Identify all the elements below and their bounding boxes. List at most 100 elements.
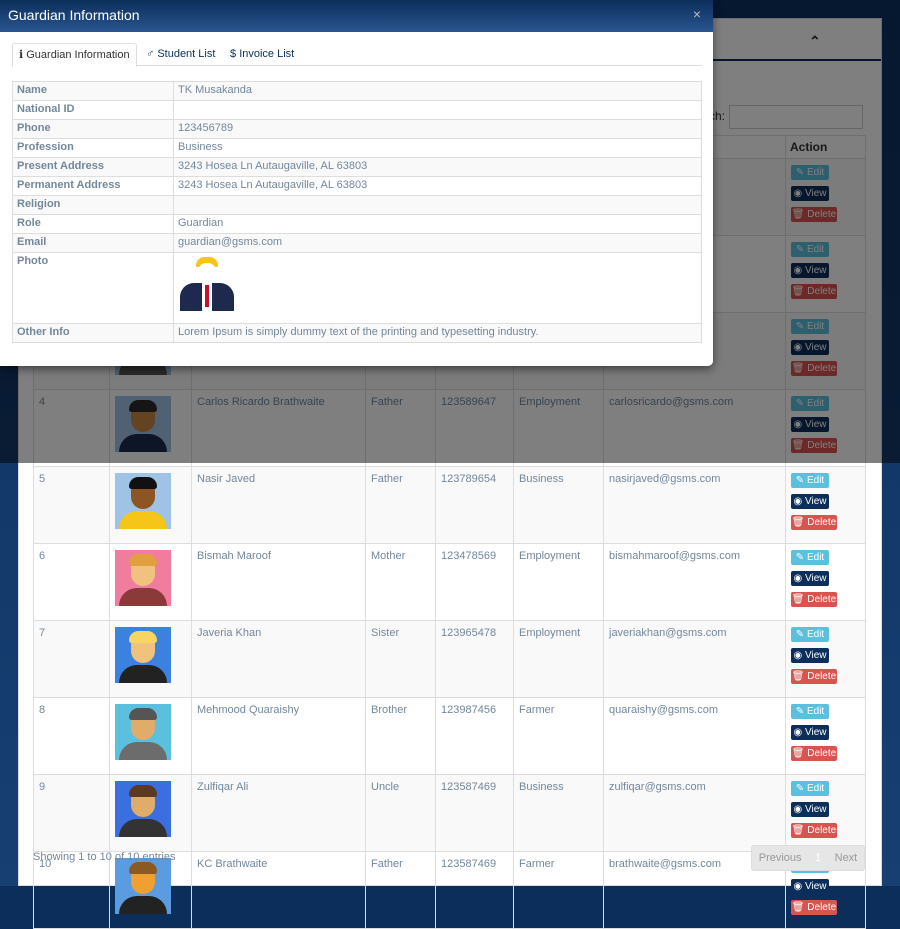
view-button[interactable]: ◉ View: [791, 494, 829, 509]
cell-email: zulfiqar@gsms.com: [603, 774, 786, 852]
tab-guardian-information[interactable]: ℹ Guardian Information: [12, 43, 137, 67]
cell-sl: 6: [33, 543, 110, 621]
view-button[interactable]: ◉ View: [791, 725, 829, 740]
info-label: Phone: [12, 119, 174, 139]
cell-relation: Mother: [365, 543, 436, 621]
view-label: View: [805, 804, 827, 815]
delete-label: Delete: [807, 671, 837, 682]
cell-phone: 123965478: [435, 620, 514, 698]
edit-button[interactable]: ✎ Edit: [791, 473, 829, 488]
trash-icon: 🗑: [791, 902, 805, 913]
cell-name: Mehmood Quaraishy: [191, 697, 366, 775]
delete-button[interactable]: 🗑 Delete: [791, 669, 837, 684]
edit-icon: ✎: [795, 552, 805, 563]
modal-header: Guardian Information ×: [0, 0, 713, 32]
view-label: View: [805, 496, 827, 507]
tab-invoice-list[interactable]: $ Invoice List: [224, 43, 300, 65]
cell-relation: Father: [365, 466, 436, 544]
eye-icon: ◉: [793, 727, 803, 738]
delete-button[interactable]: 🗑 Delete: [791, 746, 837, 761]
guardian-info-modal: Guardian Information × ℹ Guardian Inform…: [0, 0, 713, 366]
table-row: 10 KC Brathwaite Father 123587469 Farmer brat…: [33, 851, 866, 929]
delete-button[interactable]: 🗑 Delete: [791, 515, 837, 530]
trash-icon: 🗑: [791, 517, 805, 528]
info-label: Role: [12, 214, 174, 234]
trash-icon: 🗑: [791, 671, 805, 682]
edit-label: Edit: [806, 629, 825, 640]
avatar: [115, 473, 171, 529]
delete-label: Delete: [807, 594, 837, 605]
delete-label: Delete: [807, 825, 837, 836]
info-label: Photo: [12, 252, 174, 324]
cell-phone: 123587469: [435, 774, 514, 852]
eye-icon: ◉: [793, 650, 803, 661]
cell-photo: [109, 543, 192, 621]
view-button[interactable]: ◉ View: [791, 802, 829, 817]
cell-email: javeriakhan@gsms.com: [603, 620, 786, 698]
info-label: Email: [12, 233, 174, 253]
cell-actions: ✎ Edit ◉ View 🗑 Delete: [785, 543, 866, 621]
view-button[interactable]: ◉ View: [791, 571, 829, 586]
cell-relation: Brother: [365, 697, 436, 775]
cell-profession: Farmer: [513, 697, 604, 775]
edit-button[interactable]: ✎ Edit: [791, 550, 829, 565]
view-label: View: [805, 573, 827, 584]
info-label: Present Address: [12, 157, 174, 177]
info-row: Other Info Lorem Ipsum is simply dummy te…: [12, 323, 702, 343]
cell-sl: 9: [33, 774, 110, 852]
cell-phone: 123987456: [435, 697, 514, 775]
info-row: National ID: [12, 100, 702, 120]
avatar: [115, 550, 171, 606]
tab-student-list[interactable]: ♂ Student List: [140, 43, 221, 65]
info-value: Lorem Ipsum is simply dummy text of the …: [173, 323, 702, 343]
info-row: Email guardian@gsms.com: [12, 233, 702, 253]
info-value: Business: [173, 138, 702, 158]
delete-button[interactable]: 🗑 Delete: [791, 823, 837, 838]
view-label: View: [805, 650, 827, 661]
delete-button[interactable]: 🗑 Delete: [791, 592, 837, 607]
edit-button[interactable]: ✎ Edit: [791, 704, 829, 719]
cell-profession: Business: [513, 774, 604, 852]
cell-name: Zulfiqar Ali: [191, 774, 366, 852]
info-value: 123456789: [173, 119, 702, 139]
cell-sl: 5: [33, 466, 110, 544]
eye-icon: ◉: [793, 573, 803, 584]
info-value: guardian@gsms.com: [173, 233, 702, 253]
info-value: [173, 100, 702, 120]
pagination: Previous 1 Next: [751, 845, 865, 871]
delete-label: Delete: [807, 517, 837, 528]
modal-tabs: ℹ Guardian Information ♂ Student List $ …: [12, 43, 702, 67]
cell-profession: Employment: [513, 620, 604, 698]
guardian-photo: [178, 255, 234, 311]
trash-icon: 🗑: [791, 748, 805, 759]
previous-page-button[interactable]: Previous: [759, 852, 802, 864]
cell-relation: Father: [365, 851, 436, 929]
cell-phone: 123789654: [435, 466, 514, 544]
next-page-button[interactable]: Next: [835, 852, 858, 864]
close-icon[interactable]: ×: [693, 6, 701, 22]
info-label: Religion: [12, 195, 174, 215]
edit-label: Edit: [806, 783, 825, 794]
table-info: Showing 1 to 10 of 10 entries: [33, 851, 176, 863]
guardian-info-table: Name TK Musakanda National ID Phone 12345678…: [12, 81, 702, 343]
edit-button[interactable]: ✎ Edit: [791, 627, 829, 642]
info-value: Guardian: [173, 214, 702, 234]
edit-button[interactable]: ✎ Edit: [791, 781, 829, 796]
trash-icon: 🗑: [791, 825, 805, 836]
view-button[interactable]: ◉ View: [791, 648, 829, 663]
table-row: 7 Javeria Khan Sister 123965478 Employment ja…: [33, 620, 866, 698]
edit-icon: ✎: [795, 783, 805, 794]
cell-email: bismahmaroof@gsms.com: [603, 543, 786, 621]
cell-photo: [109, 466, 192, 544]
view-button[interactable]: ◉ View: [791, 879, 829, 894]
avatar: [115, 704, 171, 760]
cell-actions: ✎ Edit ◉ View 🗑 Delete: [785, 697, 866, 775]
current-page-button[interactable]: 1: [815, 852, 821, 864]
info-row: Phone 123456789: [12, 119, 702, 139]
delete-button[interactable]: 🗑 Delete: [791, 900, 837, 915]
cell-profession: Business: [513, 466, 604, 544]
view-label: View: [805, 881, 827, 892]
cell-actions: ✎ Edit ◉ View 🗑 Delete: [785, 774, 866, 852]
info-circle-icon: ℹ: [19, 49, 24, 61]
table-row: 9 Zulfiqar Ali Uncle 123587469 Business zulfi…: [33, 774, 866, 852]
